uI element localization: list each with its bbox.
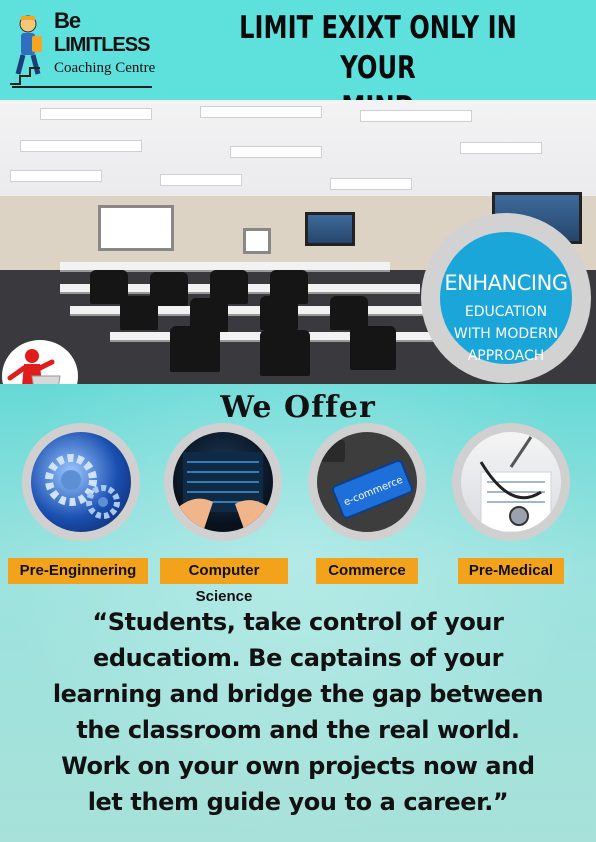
course-label-commerce: Commerce: [316, 558, 418, 584]
chair: [260, 330, 310, 376]
offer-heading: We Offer: [220, 390, 376, 425]
ceiling-light: [460, 142, 542, 154]
chair: [350, 326, 396, 370]
flip-chart: [243, 228, 271, 254]
ceiling-light: [330, 178, 412, 190]
quote-line-5: Work on your own projects now and: [61, 752, 535, 780]
enhancing-badge: [440, 232, 572, 364]
logo-be-text: Be: [54, 8, 81, 33]
gears-icon: [31, 432, 131, 532]
badge-line-4: APPROACH: [467, 348, 545, 364]
ceiling-light: [230, 146, 322, 158]
ceiling-light: [40, 108, 152, 120]
quote-line-4: the classroom and the real world.: [76, 716, 520, 744]
logo-underline: [12, 86, 152, 88]
stethoscope-icon: [461, 432, 561, 532]
chair: [120, 296, 158, 330]
ceiling-light: [360, 110, 472, 122]
course-label-pre-engineering: Pre-Enginnering: [8, 558, 148, 584]
poster: Be LIMITLESS Coaching Centre LIMIT EXIXT…: [0, 0, 596, 842]
quote-line-3: learning and bridge the gap between: [52, 680, 544, 708]
badge-line-1: ENHANCING: [444, 271, 568, 295]
ceiling-light: [10, 170, 102, 182]
ceiling-light: [160, 174, 242, 186]
pre-medical-image: [452, 423, 570, 541]
ceiling-light: [20, 140, 142, 152]
logo: Be LIMITLESS Coaching Centre: [8, 4, 158, 94]
student-figure-icon: [10, 15, 42, 85]
wall-screen: [305, 212, 355, 246]
whiteboard: [98, 205, 174, 251]
logo-limitless-text: LIMITLESS: [54, 34, 150, 56]
ceiling-light: [200, 106, 322, 118]
pre-engineering-image: [22, 423, 140, 541]
ecommerce-key-icon: e-commerce: [317, 432, 417, 532]
quote-text: “Students, take control of your educatio…: [20, 604, 576, 820]
keyboard-hands-icon: [173, 432, 273, 532]
computer-science-image: [164, 423, 282, 541]
header: Be LIMITLESS Coaching Centre LIMIT EXIXT…: [0, 0, 596, 126]
badge-line-3: WITH MODERN: [453, 326, 559, 342]
course-label-computer-science: Computer Science: [160, 558, 288, 605]
title-line-1: LIMIT EXIXT ONLY IN YOUR: [239, 10, 517, 86]
quote-line-2: educatiom. Be captains of your: [92, 644, 504, 672]
quote-line-6: let them guide you to a career.”: [87, 788, 509, 816]
commerce-image: e-commerce: [308, 423, 426, 541]
logo-coaching-text: Coaching Centre: [54, 60, 156, 76]
badge-line-2: EDUCATION: [464, 304, 548, 320]
chair: [170, 326, 220, 372]
chair: [260, 296, 298, 330]
course-label-pre-medical: Pre-Medical: [458, 558, 564, 584]
chair: [330, 296, 368, 330]
quote-line-1: “Students, take control of your: [92, 608, 504, 636]
